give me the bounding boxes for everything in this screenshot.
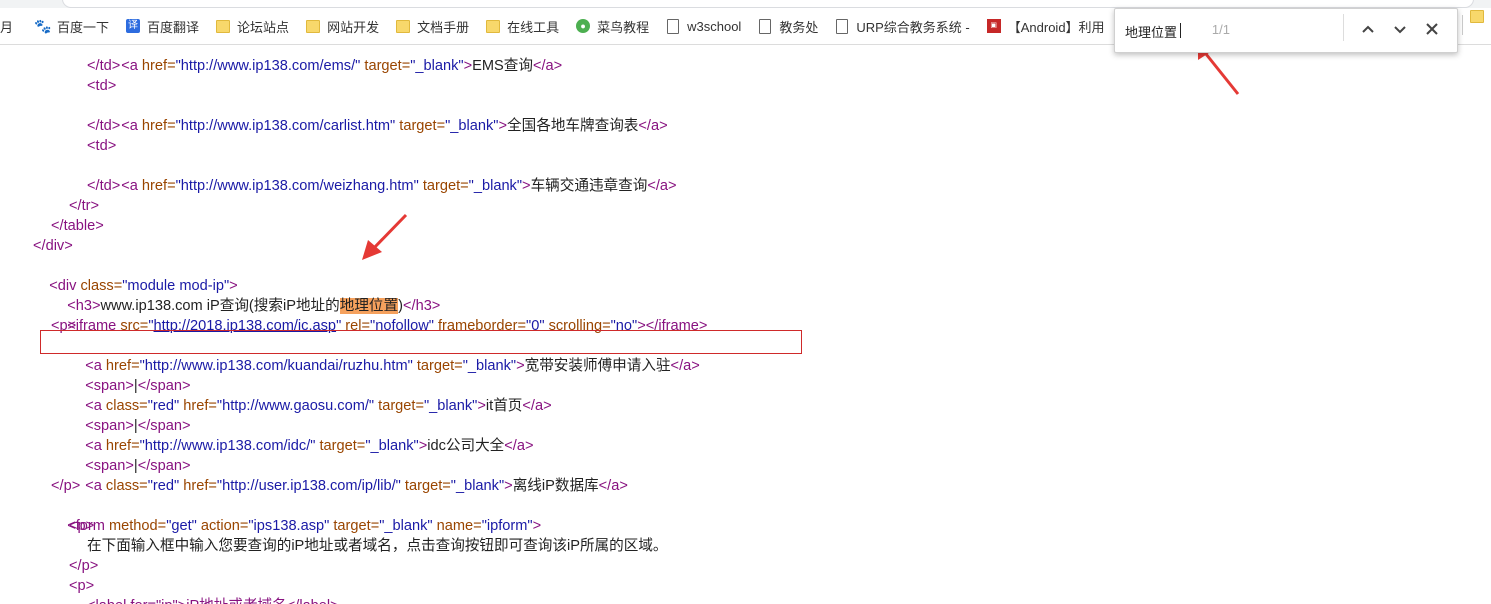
code-line-iframe: <iframe src="http://2018.ip138.com/ic.as… [67,318,708,334]
runoob-icon: ● [575,18,591,34]
other-bookmarks-folder[interactable] [1470,10,1484,28]
chevron-down-icon [1394,26,1406,34]
text-cursor [1180,23,1181,38]
page-icon [757,18,773,34]
code-line: <form method="get" action="ips138.asp" t… [67,518,542,534]
code-line: </table> [51,218,104,234]
code-line: <a href="http://www.ip138.com/ems/" targ… [121,58,563,74]
folder-icon [395,18,411,34]
bookmark-label: 在线工具 [507,19,560,35]
code-line: <span>|</span> [85,378,191,394]
code-line: <p> [69,578,95,594]
code-line: <td> [87,78,117,94]
code-line: 在下面输入框中输入您要查询的iP地址或者域名，点击查询按钮即可查询该iP所属的区… [87,538,668,554]
code-line: <td> [87,138,117,154]
chevron-up-icon [1362,25,1374,33]
code-line: </div> [33,238,73,254]
find-bar-separator [1343,14,1344,41]
bookmark-label: 教务处 [779,19,819,35]
code-line: <a class="red" href="http://www.gaosu.co… [85,398,552,414]
page-icon [665,18,681,34]
code-line: <p> [69,518,95,534]
baidu-paw-icon: 🐾 [34,17,52,34]
code-line: </tr> [69,198,100,214]
bookmark-label: 月 [0,19,14,35]
find-previous-button[interactable] [1358,19,1378,39]
find-match-count: 1/1 [1211,22,1230,37]
code-line: </td> [87,178,121,194]
code-line: </td> [87,118,121,134]
folder-icon [215,18,231,34]
bookmark-label: 百度一下 [57,19,110,35]
find-next-button[interactable] [1390,19,1410,39]
code-line: <span>|</span> [85,458,191,474]
source-view: <a href="http://www.ip138.com/ems/" targ… [0,36,1491,604]
code-line: </td> [87,58,121,74]
find-close-button[interactable] [1422,19,1442,39]
folder-icon [305,18,321,34]
code-line: <h3>www.ip138.com iP查询(搜索iP地址的地理位置)</h3> [67,298,441,314]
bookmark-label: 菜鸟教程 [597,19,650,35]
baidu-translate-icon: 译 [126,19,141,33]
bookmark-label: 网站开发 [327,19,380,35]
code-line: </p> [69,558,99,574]
code-line: <a class="red" href="http://user.ip138.c… [85,478,628,494]
bookmark-label: w3school [687,18,742,34]
folder-icon [1470,10,1484,23]
bookmark-label: 论坛站点 [237,19,290,35]
folder-icon [485,18,501,34]
code-line: <span>|</span> [85,418,191,434]
bookmark-label: 文档手册 [417,19,470,35]
code-line: </p> [51,478,81,494]
bookmark-label: 百度翻译 [147,19,200,35]
page-icon [834,18,850,34]
bookmark-label: 【Android】利用 [1007,19,1105,35]
code-line: <a href="http://www.ip138.com/idc/" targ… [85,438,534,454]
bookmarks-separator [1462,15,1463,35]
code-line: <div class="module mod-ip"> [49,278,238,294]
bookmark-label: URP综合教务系统 - [856,19,970,35]
close-icon [1426,23,1438,35]
browser-toolbar-strip [0,0,1491,8]
app-icon: ▣ [986,18,1002,34]
code-line: <a href="http://www.ip138.com/carlist.ht… [121,118,668,134]
code-line: <a href="http://www.ip138.com/weizhang.h… [121,178,677,194]
address-bar[interactable] [62,0,1474,8]
annotation-iframe-box [40,330,802,354]
code-line: <label for="ip">iP地址或者域名</label> [87,596,339,604]
